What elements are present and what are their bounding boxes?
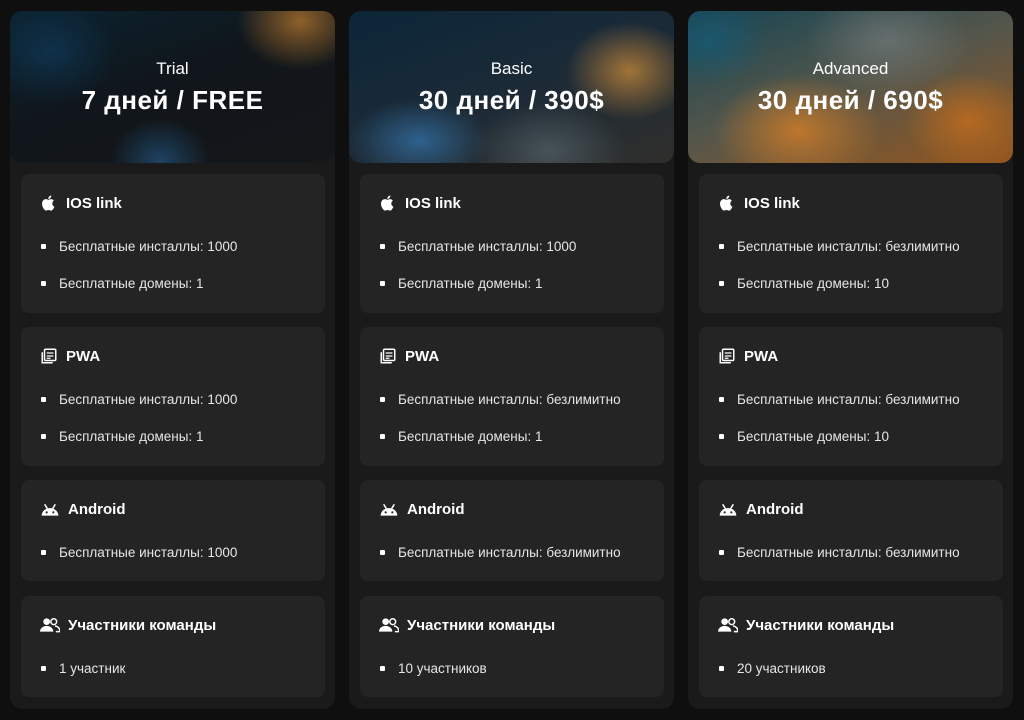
section-pwa: PWA Бесплатные инсталлы: 1000 Бесплатные… bbox=[21, 327, 325, 466]
android-icon bbox=[718, 500, 738, 518]
feature-item: Бесплатные домены: 1 bbox=[41, 429, 203, 444]
feature-item: Бесплатные инсталлы: безлимитно bbox=[380, 392, 621, 407]
feature-item: Бесплатные инсталлы: 1000 bbox=[380, 239, 576, 254]
plan-trial[interactable]: Trial 7 дней / FREE IOS link Бесплатные … bbox=[10, 11, 335, 709]
feature-item: Бесплатные домены: 1 bbox=[380, 429, 542, 444]
feature-item: Бесплатные инсталлы: безлимитно bbox=[719, 239, 960, 254]
section-title: Участники команды bbox=[407, 616, 556, 634]
section-ios-link: IOS link Бесплатные инсталлы: безлимитно… bbox=[699, 174, 1003, 313]
feature-text: 1 участник bbox=[59, 661, 126, 676]
feature-item: 20 участников bbox=[719, 661, 826, 676]
plan-advanced[interactable]: Advanced 30 дней / 690$ IOS link Бесплат… bbox=[688, 11, 1013, 709]
plan-header: Advanced 30 дней / 690$ bbox=[688, 11, 1013, 163]
section-title: PWA bbox=[66, 347, 101, 365]
section-title: Android bbox=[68, 500, 126, 518]
feature-item: 1 участник bbox=[41, 661, 125, 676]
plan-name: Basic bbox=[490, 59, 533, 78]
android-icon bbox=[40, 500, 60, 518]
section-android: Android Бесплатные инсталлы: безлимитно bbox=[699, 480, 1003, 581]
section-title: IOS link bbox=[405, 194, 461, 212]
feature-text: Бесплатные домены: 1 bbox=[398, 429, 543, 444]
section-team-members: Участники команды 20 участников bbox=[699, 596, 1003, 697]
plan-basic[interactable]: Basic 30 дней / 390$ IOS link Бесплатные… bbox=[349, 11, 674, 709]
feature-item: Бесплатные инсталлы: 1000 bbox=[41, 545, 237, 560]
feature-text: Бесплатные домены: 10 bbox=[737, 276, 889, 291]
feature-item: Бесплатные домены: 1 bbox=[380, 276, 542, 291]
feature-item: Бесплатные домены: 10 bbox=[719, 429, 889, 444]
plan-header: Trial 7 дней / FREE bbox=[10, 11, 335, 163]
section-title: Android bbox=[746, 500, 804, 518]
section-android: Android Бесплатные инсталлы: 1000 bbox=[21, 480, 325, 581]
section-android: Android Бесплатные инсталлы: безлимитно bbox=[360, 480, 664, 581]
feature-item: 10 участников bbox=[380, 661, 487, 676]
section-team-members: Участники команды 1 участник bbox=[21, 596, 325, 697]
apple-icon bbox=[718, 194, 736, 212]
section-title: Android bbox=[407, 500, 465, 518]
team-icon bbox=[718, 616, 738, 634]
section-pwa: PWA Бесплатные инсталлы: безлимитно Бесп… bbox=[699, 327, 1003, 466]
apple-icon bbox=[379, 194, 397, 212]
section-title: Участники команды bbox=[68, 616, 217, 634]
plan-price: 30 дней / 690$ bbox=[757, 85, 944, 115]
feature-text: Бесплатные инсталлы: безлимитно bbox=[737, 239, 960, 254]
team-icon bbox=[379, 616, 399, 634]
pwa-icon bbox=[40, 347, 58, 365]
section-ios-link: IOS link Бесплатные инсталлы: 1000 Беспл… bbox=[21, 174, 325, 313]
feature-text: Бесплатные инсталлы: 1000 bbox=[59, 545, 238, 560]
feature-item: Бесплатные инсталлы: 1000 bbox=[41, 239, 237, 254]
section-title: PWA bbox=[744, 347, 779, 365]
feature-text: Бесплатные инсталлы: 1000 bbox=[59, 239, 238, 254]
section-ios-link: IOS link Бесплатные инсталлы: 1000 Беспл… bbox=[360, 174, 664, 313]
section-title: Участники команды bbox=[746, 616, 895, 634]
feature-text: 20 участников bbox=[737, 661, 826, 676]
section-team-members: Участники команды 10 участников bbox=[360, 596, 664, 697]
team-icon bbox=[40, 616, 60, 634]
feature-item: Бесплатные домены: 10 bbox=[719, 276, 889, 291]
feature-item: Бесплатные инсталлы: безлимитно bbox=[719, 545, 960, 560]
feature-item: Бесплатные инсталлы: 1000 bbox=[41, 392, 237, 407]
feature-text: Бесплатные инсталлы: 1000 bbox=[398, 239, 577, 254]
feature-text: Бесплатные инсталлы: безлимитно bbox=[737, 545, 960, 560]
feature-text: Бесплатные домены: 1 bbox=[398, 276, 543, 291]
pwa-icon bbox=[718, 347, 736, 365]
feature-text: 10 участников bbox=[398, 661, 487, 676]
section-pwa: PWA Бесплатные инсталлы: безлимитно Бесп… bbox=[360, 327, 664, 466]
plan-header: Basic 30 дней / 390$ bbox=[349, 11, 674, 163]
pricing-plans: Trial 7 дней / FREE IOS link Бесплатные … bbox=[10, 11, 1014, 709]
section-title: PWA bbox=[405, 347, 440, 365]
feature-text: Бесплатные инсталлы: 1000 bbox=[59, 392, 238, 407]
feature-item: Бесплатные инсталлы: безлимитно bbox=[719, 392, 960, 407]
android-icon bbox=[379, 500, 399, 518]
feature-text: Бесплатные домены: 10 bbox=[737, 429, 889, 444]
apple-icon bbox=[40, 194, 58, 212]
section-title: IOS link bbox=[66, 194, 122, 212]
plan-price: 7 дней / FREE bbox=[81, 85, 264, 115]
section-title: IOS link bbox=[744, 194, 800, 212]
feature-item: Бесплатные домены: 1 bbox=[41, 276, 203, 291]
feature-text: Бесплатные инсталлы: безлимитно bbox=[737, 392, 960, 407]
plan-name: Trial bbox=[156, 59, 189, 78]
plan-name: Advanced bbox=[812, 59, 889, 78]
plan-price: 30 дней / 390$ bbox=[418, 85, 605, 115]
pwa-icon bbox=[379, 347, 397, 365]
feature-text: Бесплатные домены: 1 bbox=[59, 276, 204, 291]
feature-item: Бесплатные инсталлы: безлимитно bbox=[380, 545, 621, 560]
feature-text: Бесплатные инсталлы: безлимитно bbox=[398, 392, 621, 407]
feature-text: Бесплатные инсталлы: безлимитно bbox=[398, 545, 621, 560]
feature-text: Бесплатные домены: 1 bbox=[59, 429, 204, 444]
